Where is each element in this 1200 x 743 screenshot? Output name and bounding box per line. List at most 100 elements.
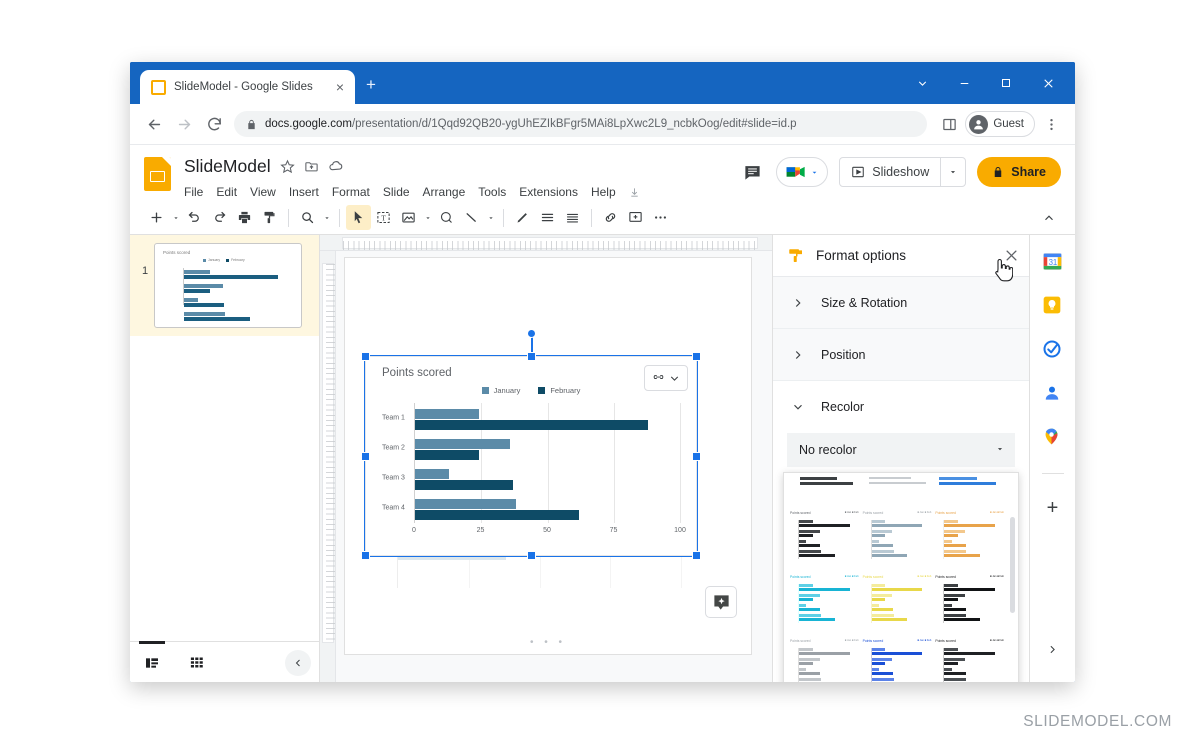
recolor-option[interactable] — [935, 477, 1006, 503]
minimize-icon[interactable] — [943, 62, 985, 104]
recolor-option[interactable] — [863, 477, 934, 503]
move-to-folder-icon[interactable] — [304, 159, 319, 174]
new-tab-button[interactable]: + — [366, 76, 376, 93]
resize-handle-middle-left[interactable] — [361, 452, 370, 461]
document-title[interactable]: SlideModel — [184, 156, 271, 177]
add-comment-button[interactable] — [623, 205, 648, 230]
bar-february-team-2[interactable] — [415, 450, 479, 460]
back-arrow-icon[interactable] — [140, 110, 168, 138]
print-button[interactable] — [232, 205, 257, 230]
close-icon[interactable] — [1004, 248, 1019, 263]
line-caret-icon[interactable] — [484, 205, 497, 230]
shape-button[interactable] — [434, 205, 459, 230]
slide-thumbnail-card[interactable]: Points scored January February — [154, 243, 302, 328]
undo-button[interactable] — [182, 205, 207, 230]
bar-january-team-2[interactable] — [415, 439, 511, 449]
bar-february-team-4[interactable] — [415, 510, 580, 520]
text-box-button[interactable]: T — [371, 205, 396, 230]
resize-handle-top-center[interactable] — [527, 352, 536, 361]
profile-chip[interactable]: Guest — [965, 111, 1035, 137]
insert-image-button[interactable] — [396, 205, 421, 230]
plus-icon[interactable]: + — [1047, 498, 1059, 518]
menu-tools[interactable]: Tools — [478, 185, 506, 199]
menu-extensions[interactable]: Extensions — [519, 185, 578, 199]
forward-arrow-icon[interactable] — [170, 110, 198, 138]
rotation-handle[interactable] — [526, 329, 536, 338]
text-align-button[interactable] — [535, 205, 560, 230]
maximize-icon[interactable] — [985, 62, 1027, 104]
address-bar[interactable]: docs.google.com/presentation/d/1Qqd92QB2… — [234, 111, 928, 137]
menu-insert[interactable]: Insert — [289, 185, 319, 199]
google-tasks-icon[interactable] — [1042, 339, 1064, 361]
horizontal-ruler[interactable] — [320, 235, 772, 251]
expand-rail-button[interactable] — [1046, 643, 1059, 661]
recolor-option-yellow[interactable]: Points scored ■ Jan ■ Feb — [863, 575, 934, 631]
close-icon[interactable]: × — [333, 78, 347, 96]
side-panel-icon[interactable] — [935, 110, 963, 138]
menu-arrange[interactable]: Arrange — [423, 185, 466, 199]
recolor-option-blue[interactable]: Points scored ■ Jan ■ Feb — [863, 639, 934, 682]
filmstrip-view-icon[interactable] — [130, 640, 174, 683]
resize-handle-bottom-center[interactable] — [527, 551, 536, 560]
chevron-down-icon[interactable] — [940, 158, 965, 186]
zoom-button[interactable] — [295, 205, 320, 230]
line-spacing-button[interactable] — [560, 205, 585, 230]
bar-february-team-1[interactable] — [415, 420, 649, 430]
bar-january-team-3[interactable] — [415, 469, 450, 479]
recolor-option-charcoal[interactable]: Points scored ■ Jan ■ Feb — [935, 639, 1006, 682]
line-button[interactable] — [459, 205, 484, 230]
more-options-button[interactable] — [648, 205, 673, 230]
vertical-ruler[interactable] — [320, 251, 336, 682]
pending-download-icon[interactable] — [629, 187, 640, 198]
bar-february-team-3[interactable] — [415, 480, 514, 490]
google-keep-icon[interactable] — [1042, 295, 1064, 317]
recolor-option-slate[interactable]: Points scored ■ Jan ■ Feb — [863, 511, 934, 567]
insert-link-button[interactable] — [598, 205, 623, 230]
paint-format-button[interactable] — [257, 205, 282, 230]
slideshow-button[interactable]: Slideshow — [839, 157, 967, 187]
comment-icon[interactable] — [739, 159, 765, 185]
new-slide-button[interactable] — [144, 205, 169, 230]
chart-object[interactable]: Points scored January February Team 1 Te… — [361, 329, 701, 560]
menu-slide[interactable]: Slide — [383, 185, 410, 199]
menu-file[interactable]: File — [184, 185, 203, 199]
google-maps-icon[interactable] — [1042, 427, 1064, 449]
close-icon[interactable] — [1027, 62, 1069, 104]
slide-editing-surface[interactable]: 0 25 50 75 100 — [344, 257, 752, 655]
slide-thumbnail-1[interactable]: 1 Points scored January February — [130, 235, 319, 336]
resize-handle-bottom-right[interactable] — [692, 551, 701, 560]
section-size-and-rotation[interactable]: Size & Rotation — [773, 277, 1029, 329]
menu-help[interactable]: Help — [591, 185, 616, 199]
google-contacts-icon[interactable] — [1042, 383, 1064, 405]
recolor-option-orange[interactable]: Points scored ■ Jan ■ Feb — [935, 511, 1006, 567]
redo-button[interactable] — [207, 205, 232, 230]
chevron-down-icon[interactable] — [901, 62, 943, 104]
three-dot-menu-icon[interactable] — [1037, 110, 1065, 138]
resize-handle-top-right[interactable] — [692, 352, 701, 361]
resize-handle-middle-right[interactable] — [692, 452, 701, 461]
image-caret-icon[interactable] — [421, 205, 434, 230]
google-meet-button[interactable] — [776, 157, 829, 187]
bar-january-team-1[interactable] — [415, 409, 479, 419]
zoom-caret-icon[interactable] — [320, 205, 333, 230]
dropdown-scrollbar[interactable] — [1010, 517, 1015, 613]
reload-icon[interactable] — [200, 110, 228, 138]
recolor-dropdown-list[interactable]: Points scored ■ Jan ■ Feb Points scored … — [783, 472, 1019, 682]
resize-handle-top-left[interactable] — [361, 352, 370, 361]
section-recolor[interactable]: Recolor — [773, 381, 1029, 433]
gemini-sparkle-icon[interactable] — [705, 586, 737, 618]
browser-tab[interactable]: SlideModel - Google Slides × — [140, 70, 355, 104]
bar-january-team-4[interactable] — [415, 499, 516, 509]
recolor-option[interactable] — [790, 477, 861, 503]
menu-format[interactable]: Format — [332, 185, 370, 199]
grid-view-icon[interactable] — [174, 642, 218, 683]
recolor-option-cyan[interactable]: Points scored ■ Jan ■ Feb — [790, 575, 861, 631]
recolor-option-gray[interactable]: Points scored ■ Jan ■ Feb — [790, 639, 861, 682]
new-slide-caret-icon[interactable] — [169, 205, 182, 230]
menu-edit[interactable]: Edit — [216, 185, 237, 199]
recolor-dropdown-trigger[interactable]: No recolor — [787, 433, 1015, 467]
recolor-option-dark[interactable]: Points scored ■ Jan ■ Feb — [935, 575, 1006, 631]
recolor-option-black[interactable]: Points scored ■ Jan ■ Feb — [790, 511, 861, 567]
section-position[interactable]: Position — [773, 329, 1029, 381]
star-icon[interactable] — [279, 159, 295, 174]
